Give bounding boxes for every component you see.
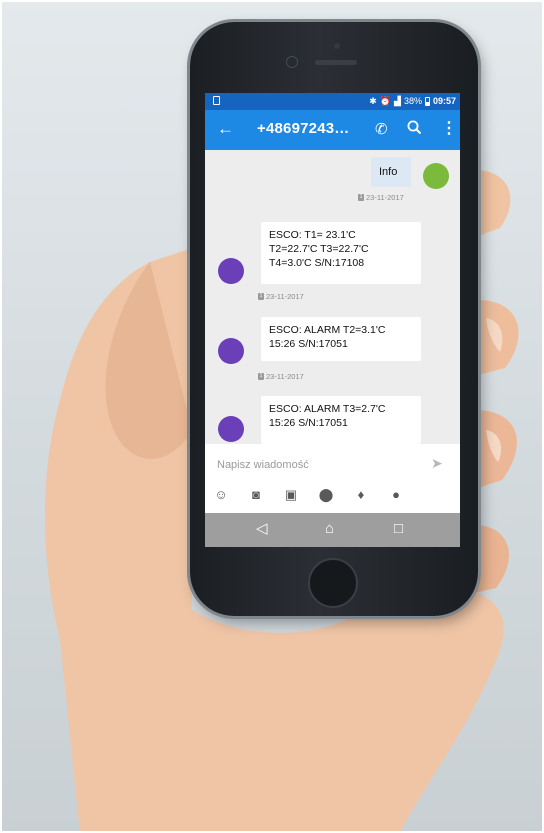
alarm-icon: ⏰: [379, 96, 392, 106]
nav-back-icon[interactable]: ◁: [256, 521, 268, 537]
earpiece-speaker: [315, 60, 357, 65]
sim-badge: 1: [258, 293, 264, 300]
bluetooth-icon: ✱: [369, 96, 377, 106]
message-timestamp: 1 23-11-2017: [358, 193, 404, 202]
location-icon[interactable]: ⬤: [318, 487, 334, 503]
message-timestamp: 1 23-11-2017: [258, 372, 304, 381]
search-icon[interactable]: [406, 119, 422, 137]
front-camera: [286, 56, 298, 68]
contact-avatar: [218, 338, 244, 364]
nav-home-icon[interactable]: ⌂: [325, 521, 334, 537]
contact-avatar: [218, 416, 244, 442]
lte-signal-icon: ▟: [394, 96, 401, 106]
phone-screen: ✱ ⏰ ▟ 38% 09:57 ← +48697243… ✆ ⋮ Info 1 …: [205, 93, 460, 547]
compose-area: Napisz wiadomość ➤ ☺ ◙ ▣ ⬤ ♦ ●: [205, 444, 460, 513]
phone-icon[interactable]: ✆: [375, 120, 388, 138]
battery-icon: [424, 96, 430, 106]
sticker-icon[interactable]: ☺: [213, 487, 229, 503]
back-arrow-icon[interactable]: ←: [217, 119, 234, 139]
proximity-sensor: [334, 43, 340, 49]
message-bubble-incoming[interactable]: ESCO: ALARM T2=3.1'C 15:26 S/N:17051: [261, 317, 421, 361]
send-icon[interactable]: ➤: [431, 455, 443, 472]
microphone-icon[interactable]: ♦: [353, 487, 369, 503]
user-avatar: [423, 163, 449, 189]
sim-badge: 1: [358, 194, 364, 201]
message-list[interactable]: Info 1 23-11-2017 ESCO: T1= 23.1'C T2=22…: [205, 150, 460, 444]
message-timestamp: 1 23-11-2017: [258, 292, 304, 301]
nav-recents-icon[interactable]: □: [394, 521, 403, 537]
battery-percent: 38%: [403, 96, 422, 106]
message-bubble-incoming[interactable]: ESCO: ALARM T3=2.7'C 15:26 S/N:17051: [261, 396, 421, 444]
contact-name[interactable]: +48697243…: [257, 120, 350, 137]
notification-sim-icon: [213, 96, 220, 105]
message-input[interactable]: Napisz wiadomość: [217, 459, 309, 471]
home-button[interactable]: [308, 558, 358, 608]
more-options-icon[interactable]: ●: [388, 487, 404, 503]
status-time: 09:57: [432, 96, 456, 106]
message-bubble-outgoing[interactable]: Info: [371, 157, 411, 187]
app-bar: ← +48697243… ✆ ⋮: [205, 110, 460, 150]
more-vert-icon[interactable]: ⋮: [441, 118, 457, 138]
gallery-icon[interactable]: ▣: [283, 487, 299, 503]
status-bar: ✱ ⏰ ▟ 38% 09:57: [205, 93, 460, 110]
contact-avatar: [218, 258, 244, 284]
compose-toolbar: ☺ ◙ ▣ ⬤ ♦ ●: [213, 487, 453, 505]
system-nav-bar: ◁ ⌂ □: [205, 513, 460, 547]
sim-badge: 1: [258, 373, 264, 380]
camera-icon[interactable]: ◙: [248, 487, 264, 503]
message-bubble-incoming[interactable]: ESCO: T1= 23.1'C T2=22.7'C T3=22.7'C T4=…: [261, 222, 421, 284]
